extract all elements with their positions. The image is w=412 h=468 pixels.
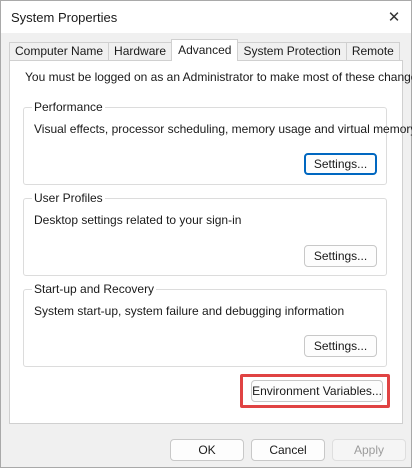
user-profiles-description: Desktop settings related to your sign-in [34,213,242,227]
startup-recovery-description: System start-up, system failure and debu… [34,304,345,318]
startup-recovery-settings-button[interactable]: Settings... [304,335,377,357]
user-profiles-settings-button[interactable]: Settings... [304,245,377,267]
tab-advanced[interactable]: Advanced [171,39,239,61]
cancel-button[interactable]: Cancel [251,439,325,461]
close-icon[interactable]: ✕ [381,5,407,29]
tab-hardware[interactable]: Hardware [108,42,173,61]
tab-computer-name[interactable]: Computer Name [9,42,110,61]
startup-recovery-group: Start-up and Recovery System start-up, s… [23,282,387,367]
admin-notice: You must be logged on as an Administrato… [25,70,412,84]
performance-description: Visual effects, processor scheduling, me… [34,122,412,136]
user-profiles-group: User Profiles Desktop settings related t… [23,191,387,276]
window-title: System Properties [11,10,118,25]
system-properties-window: System Properties ✕ Computer Name Hardwa… [0,0,412,468]
startup-recovery-group-title: Start-up and Recovery [32,282,157,296]
highlight-box [240,374,390,408]
tab-system-protection[interactable]: System Protection [237,42,347,61]
performance-group-title: Performance [32,100,105,114]
tab-strip: Computer Name Hardware Advanced System P… [9,39,400,61]
ok-button[interactable]: OK [170,439,244,461]
apply-button[interactable]: Apply [332,439,406,461]
tab-remote[interactable]: Remote [345,42,400,61]
title-bar: System Properties ✕ [1,1,411,33]
advanced-tab-panel: You must be logged on as an Administrato… [9,60,412,424]
user-profiles-group-title: User Profiles [32,191,105,205]
performance-group: Performance Visual effects, processor sc… [23,100,412,185]
performance-settings-button[interactable]: Settings... [304,153,377,175]
